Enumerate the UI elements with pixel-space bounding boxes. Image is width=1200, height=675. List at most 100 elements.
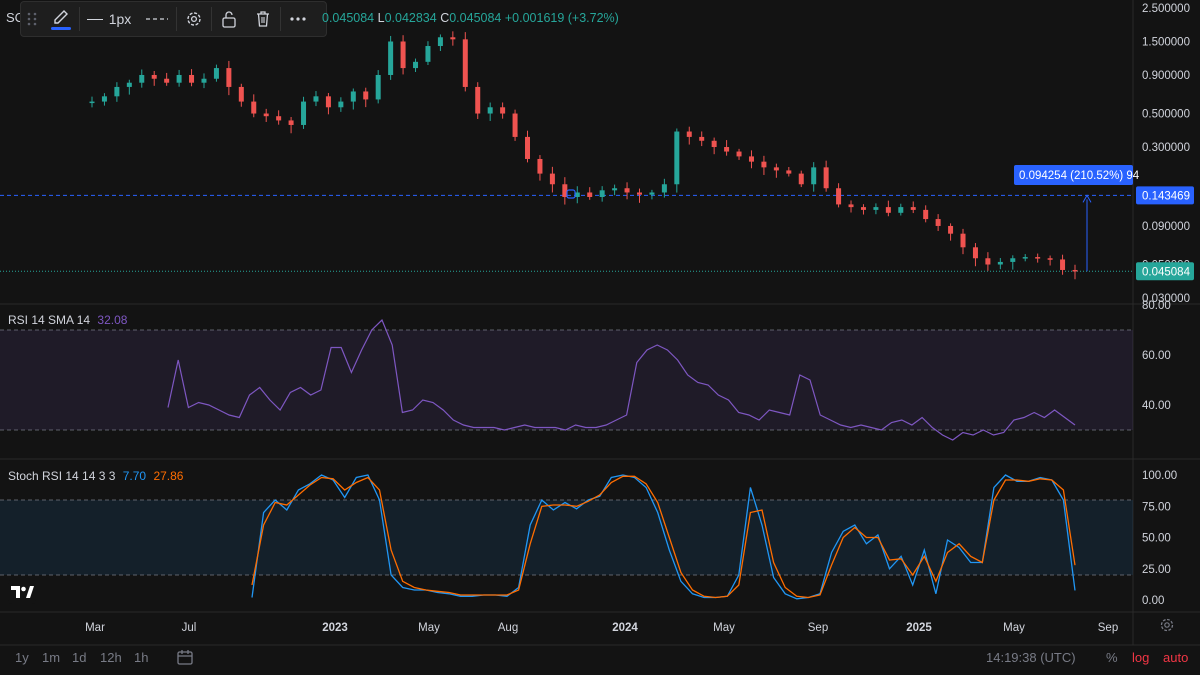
drag-handle-icon[interactable]: [21, 1, 43, 37]
timeframe-1y[interactable]: 1y: [15, 650, 29, 665]
candle-body: [612, 188, 618, 191]
candle-body: [811, 167, 817, 185]
ohlc-legend: 0.045084 L0.042834 C0.045084 +0.001619 (…: [322, 11, 619, 25]
candle-body: [1072, 269, 1078, 272]
candle-body: [935, 219, 941, 226]
candle-body: [525, 136, 531, 159]
stoch-tick-label: 0.00: [1142, 595, 1164, 607]
candle-body: [649, 192, 655, 195]
ohlc-low-key: L: [377, 11, 385, 25]
candle-body: [139, 74, 145, 83]
auto-scale-button[interactable]: auto: [1163, 650, 1188, 665]
candle-body: [462, 39, 468, 87]
candle-body: [786, 170, 792, 174]
candle-body: [101, 96, 107, 102]
date-range-button[interactable]: [176, 648, 194, 671]
line-style-button[interactable]: [138, 1, 176, 37]
candle-body: [674, 131, 680, 185]
rsi-tick-label: 40.00: [1142, 400, 1171, 412]
timeframe-1m[interactable]: 1m: [42, 650, 60, 665]
more-icon: [290, 17, 306, 21]
candle-body: [686, 131, 692, 137]
candle-body: [301, 101, 307, 125]
candle-body: [885, 207, 891, 213]
price-tick-label: 0.500000: [1142, 109, 1190, 121]
candle-body: [599, 190, 605, 197]
candle-body: [500, 107, 506, 114]
stoch-d-value: 27.86: [153, 469, 184, 483]
timeframe-1d[interactable]: 1d: [72, 650, 86, 665]
time-tick-label: 2023: [322, 622, 348, 634]
candle-body: [736, 151, 742, 157]
time-tick-label: 2024: [612, 622, 638, 634]
time-tick-label: May: [713, 622, 735, 634]
candle-body: [1060, 259, 1066, 270]
candle-body: [997, 261, 1003, 265]
rsi-tick-label: 60.00: [1142, 350, 1171, 362]
time-tick-label: Jul: [182, 622, 197, 634]
log-scale-button[interactable]: log: [1132, 650, 1149, 665]
line-width-label: 1px: [108, 11, 132, 27]
stoch-label: Stoch RSI 14 14 3 3: [8, 469, 116, 483]
timeframe-1h[interactable]: 1h: [134, 650, 148, 665]
candle-body: [1022, 257, 1028, 259]
pencil-icon: [54, 10, 68, 24]
candle-body: [450, 37, 456, 40]
candle-body: [848, 204, 854, 208]
candle-body: [288, 120, 294, 125]
stoch-band: [0, 500, 1133, 575]
last-price-tag-label: 0.045084: [1142, 266, 1191, 278]
time-tick-label: May: [1003, 622, 1025, 634]
stoch-legend[interactable]: Stoch RSI 14 14 3 3 7.70 27.86: [8, 469, 183, 483]
candle-body: [1010, 258, 1016, 262]
percent-scale-button[interactable]: %: [1106, 650, 1118, 665]
candle-body: [325, 96, 331, 108]
candle-body: [487, 107, 493, 114]
candle-body: [860, 207, 866, 210]
candle-body: [226, 68, 232, 87]
line-width-button[interactable]: 1px: [80, 1, 138, 37]
candle-body: [363, 91, 369, 100]
pencil-color-button[interactable]: [43, 1, 79, 37]
price-tick-label: 0.090000: [1142, 221, 1190, 233]
settings-button[interactable]: [177, 1, 211, 37]
tradingview-logo-icon[interactable]: [8, 580, 36, 604]
rsi-value: 32.08: [97, 313, 128, 327]
settings-button[interactable]: [1159, 617, 1175, 638]
candle-body: [960, 233, 966, 248]
price-tick-label: 0.300000: [1142, 142, 1190, 154]
candle-body: [400, 41, 406, 69]
ohlc-close-key: C: [440, 11, 450, 25]
candle-body: [126, 82, 132, 87]
ohlc-close-value: 0.045084: [449, 11, 502, 25]
delete-button[interactable]: [246, 1, 280, 37]
candle-body: [151, 74, 157, 79]
gear-icon: [1160, 618, 1174, 632]
time-tick-label: 2025: [906, 622, 932, 634]
candle-body: [724, 147, 730, 152]
candle-body: [910, 207, 916, 210]
rsi-label: RSI 14 SMA 14: [8, 313, 91, 327]
trash-icon: [257, 11, 269, 27]
chart-canvas: 2.500000 1.500000 0.900000 0.500000 0.300000…: [0, 0, 1200, 646]
more-button[interactable]: [281, 1, 315, 37]
candle-body: [512, 113, 518, 137]
candle-body: [711, 140, 717, 148]
candle-body: [836, 188, 842, 205]
candle-body: [475, 86, 481, 114]
clock[interactable]: 14:19:38 (UTC): [986, 650, 1076, 665]
chart-stage: 2.500000 1.500000 0.900000 0.500000 0.300000…: [0, 0, 1200, 675]
time-tick-label: Aug: [498, 622, 518, 634]
candle-body: [873, 207, 879, 210]
candle-body: [213, 68, 219, 79]
candle-body: [388, 41, 394, 75]
ohlc-low-value: 0.042834: [384, 11, 437, 25]
candle-body: [898, 207, 904, 213]
candle-body: [798, 173, 804, 185]
ohlc-high-value: 0.045084: [322, 11, 375, 25]
rsi-legend[interactable]: RSI 14 SMA 14 32.08: [8, 313, 127, 327]
lock-button[interactable]: [212, 1, 246, 37]
pencil-color-swatch: [51, 27, 71, 30]
timeframe-12h[interactable]: 12h: [100, 650, 122, 665]
candle-body: [263, 113, 269, 117]
